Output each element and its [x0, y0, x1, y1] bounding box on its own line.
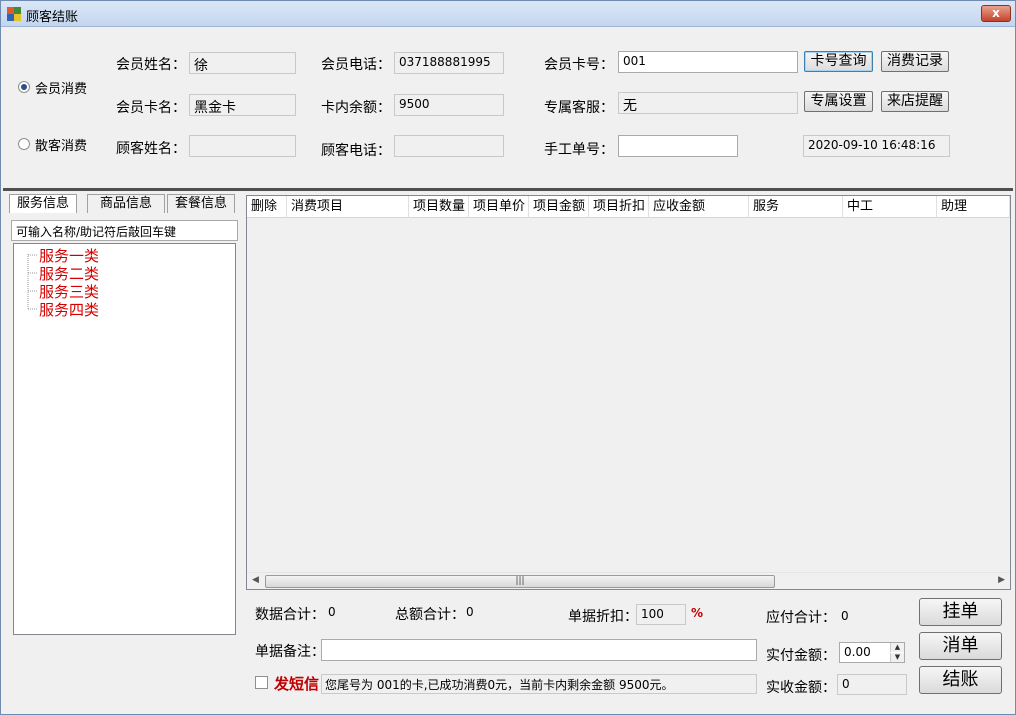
checkout-button[interactable]: 结账 — [919, 666, 1002, 694]
send-sms-label[interactable]: 发短信 — [274, 673, 319, 694]
column-header[interactable]: 消费项目 — [287, 196, 409, 218]
column-header[interactable]: 项目折扣 — [589, 196, 649, 218]
discount-field[interactable]: 100 — [636, 604, 686, 625]
balance-field: 9500 — [394, 94, 504, 116]
remark-input[interactable] — [321, 639, 757, 661]
spin-up-icon[interactable]: ▲ — [890, 643, 904, 652]
spin-down-icon[interactable]: ▼ — [890, 653, 904, 662]
member-phone-field: 037188881995 — [394, 52, 504, 74]
manual-no-input[interactable] — [618, 135, 738, 157]
column-header[interactable]: 项目单价 — [469, 196, 529, 218]
member-name-label: 会员姓名： — [116, 57, 186, 73]
manual-no-label: 手工单号： — [544, 142, 614, 158]
customer-phone-label: 顾客电话： — [321, 143, 391, 159]
send-sms-checkbox[interactable] — [255, 676, 268, 689]
remark-label: 单据备注： — [255, 644, 325, 660]
percent-sign: % — [691, 606, 704, 620]
grid-header: 删除 消费项目 项目数量 项目单价 项目金额 项目折扣 应收金额 服务 中工 助… — [247, 196, 1010, 218]
window-title: 顾客结账 — [26, 10, 79, 25]
sms-preview-text: 您尾号为 001的卡,已成功消费0元，当前卡内剩余金额 9500元。 — [321, 674, 757, 694]
discount-label: 单据折扣： — [568, 609, 638, 625]
card-name-field: 黑金卡 — [189, 94, 296, 116]
consume-records-button[interactable]: 消费记录 — [881, 51, 949, 72]
payable-total-label: 应付合计： — [766, 610, 836, 626]
column-header[interactable]: 服务 — [749, 196, 843, 218]
column-header[interactable]: 删除 — [247, 196, 287, 218]
exclusive-service-field: 无 — [618, 92, 798, 114]
scroll-thumb[interactable]: ||| — [265, 575, 775, 588]
column-header[interactable]: 项目金额 — [529, 196, 589, 218]
hang-order-button[interactable]: 挂单 — [919, 598, 1002, 626]
app-icon — [7, 7, 21, 21]
data-total-label: 数据合计： — [255, 607, 325, 623]
consumption-grid[interactable]: 删除 消费项目 项目数量 项目单价 项目金额 项目折扣 应收金额 服务 中工 助… — [246, 195, 1011, 590]
tab-package-info[interactable]: 套餐信息 — [167, 194, 235, 213]
column-header[interactable]: 应收金额 — [649, 196, 749, 218]
member-consume-label: 会员消费 — [35, 82, 88, 97]
tab-service-info[interactable]: 服务信息 — [9, 194, 77, 213]
section-divider — [3, 188, 1013, 191]
member-name-field: 徐 — [189, 52, 296, 74]
horizontal-scrollbar[interactable]: ◀ ||| ▶ — [247, 572, 1010, 589]
customer-name-field[interactable] — [189, 135, 296, 157]
column-header[interactable]: 项目数量 — [409, 196, 469, 218]
card-no-label: 会员卡号： — [544, 57, 614, 73]
service-category-tree: 服务一类 服务二类 服务三类 服务四类 — [13, 243, 236, 635]
card-no-input[interactable]: 001 — [618, 51, 798, 73]
balance-label: 卡内余额： — [321, 100, 391, 116]
customer-name-label: 顾客姓名： — [116, 141, 186, 157]
close-button[interactable]: x — [981, 5, 1011, 22]
column-header[interactable]: 助理 — [937, 196, 1010, 218]
search-input[interactable]: 可输入名称/助记符后敲回车键 — [11, 220, 238, 241]
member-consume-radio[interactable] — [18, 81, 30, 93]
received-amount-field: 0 — [837, 674, 907, 695]
column-header[interactable]: 中工 — [843, 196, 937, 218]
exclusive-settings-button[interactable]: 专属设置 — [804, 91, 873, 112]
member-phone-label: 会员电话： — [321, 57, 391, 73]
data-total-value: 0 — [328, 605, 336, 619]
card-name-label: 会员卡名： — [116, 100, 186, 116]
scroll-left-icon[interactable]: ◀ — [252, 575, 259, 585]
paid-amount-label: 实付金额： — [766, 648, 836, 664]
customer-phone-field[interactable] — [394, 135, 504, 157]
received-amount-label: 实收金额： — [766, 680, 836, 696]
cancel-order-button[interactable]: 消单 — [919, 632, 1002, 660]
checkout-window: 顾客结账 x 会员消费 散客消费 会员姓名： 徐 会员电话： 037188881… — [0, 0, 1016, 715]
datetime-field: 2020-09-10 16:48:16 — [803, 135, 950, 157]
walkin-consume-radio[interactable] — [18, 138, 30, 150]
title-bar: 顾客结账 x — [1, 1, 1015, 27]
paid-amount-spinner[interactable]: 0.00 ▲ ▼ — [839, 642, 905, 663]
visit-reminder-button[interactable]: 来店提醒 — [881, 91, 949, 112]
tab-product-info[interactable]: 商品信息 — [87, 194, 165, 213]
card-query-button[interactable]: 卡号查询 — [804, 51, 873, 72]
walkin-consume-label: 散客消费 — [35, 139, 88, 154]
payable-total-value: 0 — [841, 609, 849, 623]
paid-amount-value[interactable]: 0.00 — [844, 645, 871, 659]
amount-total-label: 总额合计： — [395, 607, 465, 623]
amount-total-value: 0 — [466, 605, 474, 619]
scroll-right-icon[interactable]: ▶ — [998, 575, 1005, 585]
exclusive-service-label: 专属客服： — [544, 100, 614, 116]
tree-item-service-4[interactable]: 服务四类 — [39, 299, 99, 320]
